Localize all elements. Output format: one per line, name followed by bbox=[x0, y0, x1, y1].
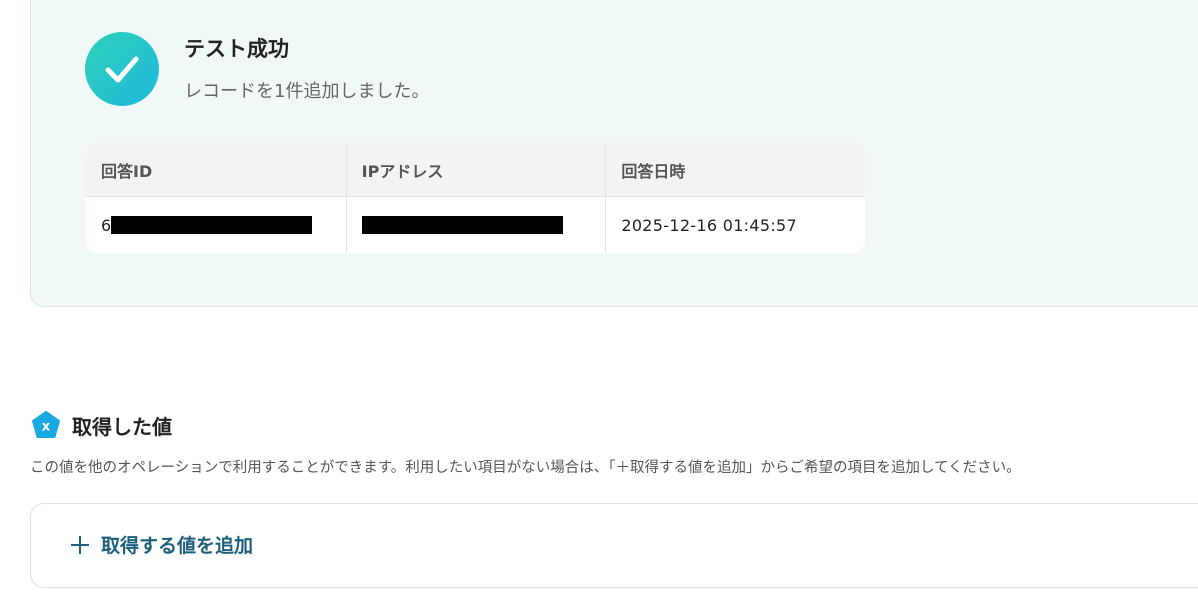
cell-response-id: 6 bbox=[86, 197, 346, 253]
section-description: この値を他のオペレーションで利用することができます。利用したい項目がない場合は、… bbox=[30, 460, 1021, 476]
column-header-ip-address: IPアドレス bbox=[345, 143, 606, 196]
response-id-prefix: 6 bbox=[101, 215, 112, 235]
acquired-values-heading: x 取得した値 bbox=[31, 410, 172, 440]
add-value-button[interactable]: 取得する値を追加 bbox=[69, 531, 253, 558]
table-header-row: 回答ID IPアドレス 回答日時 bbox=[86, 143, 865, 197]
cell-ip-address bbox=[345, 197, 606, 253]
redacted-block bbox=[361, 216, 563, 234]
check-circle-icon bbox=[85, 32, 159, 106]
add-value-box: 取得する値を追加 bbox=[30, 503, 1198, 588]
checkmark-icon bbox=[105, 56, 139, 83]
plus-icon bbox=[69, 534, 91, 556]
result-message: レコードを1件追加しました。 bbox=[184, 81, 430, 102]
column-header-response-id: 回答ID bbox=[101, 161, 153, 181]
add-value-label: 取得する値を追加 bbox=[101, 535, 254, 557]
redacted-block bbox=[111, 216, 313, 234]
icon-letter: x bbox=[42, 420, 51, 435]
section-title: 取得した値 bbox=[72, 414, 172, 439]
cell-response-datetime: 2025-12-16 01:45:57 bbox=[605, 197, 865, 253]
result-table: 回答ID IPアドレス 回答日時 6 2025-12-16 01:45:57 bbox=[86, 143, 865, 253]
result-title: テスト成功 bbox=[184, 37, 289, 61]
column-header-response-datetime: 回答日時 bbox=[605, 143, 865, 196]
table-row: 6 2025-12-16 01:45:57 bbox=[86, 197, 865, 253]
pentagon-x-icon: x bbox=[31, 410, 61, 440]
